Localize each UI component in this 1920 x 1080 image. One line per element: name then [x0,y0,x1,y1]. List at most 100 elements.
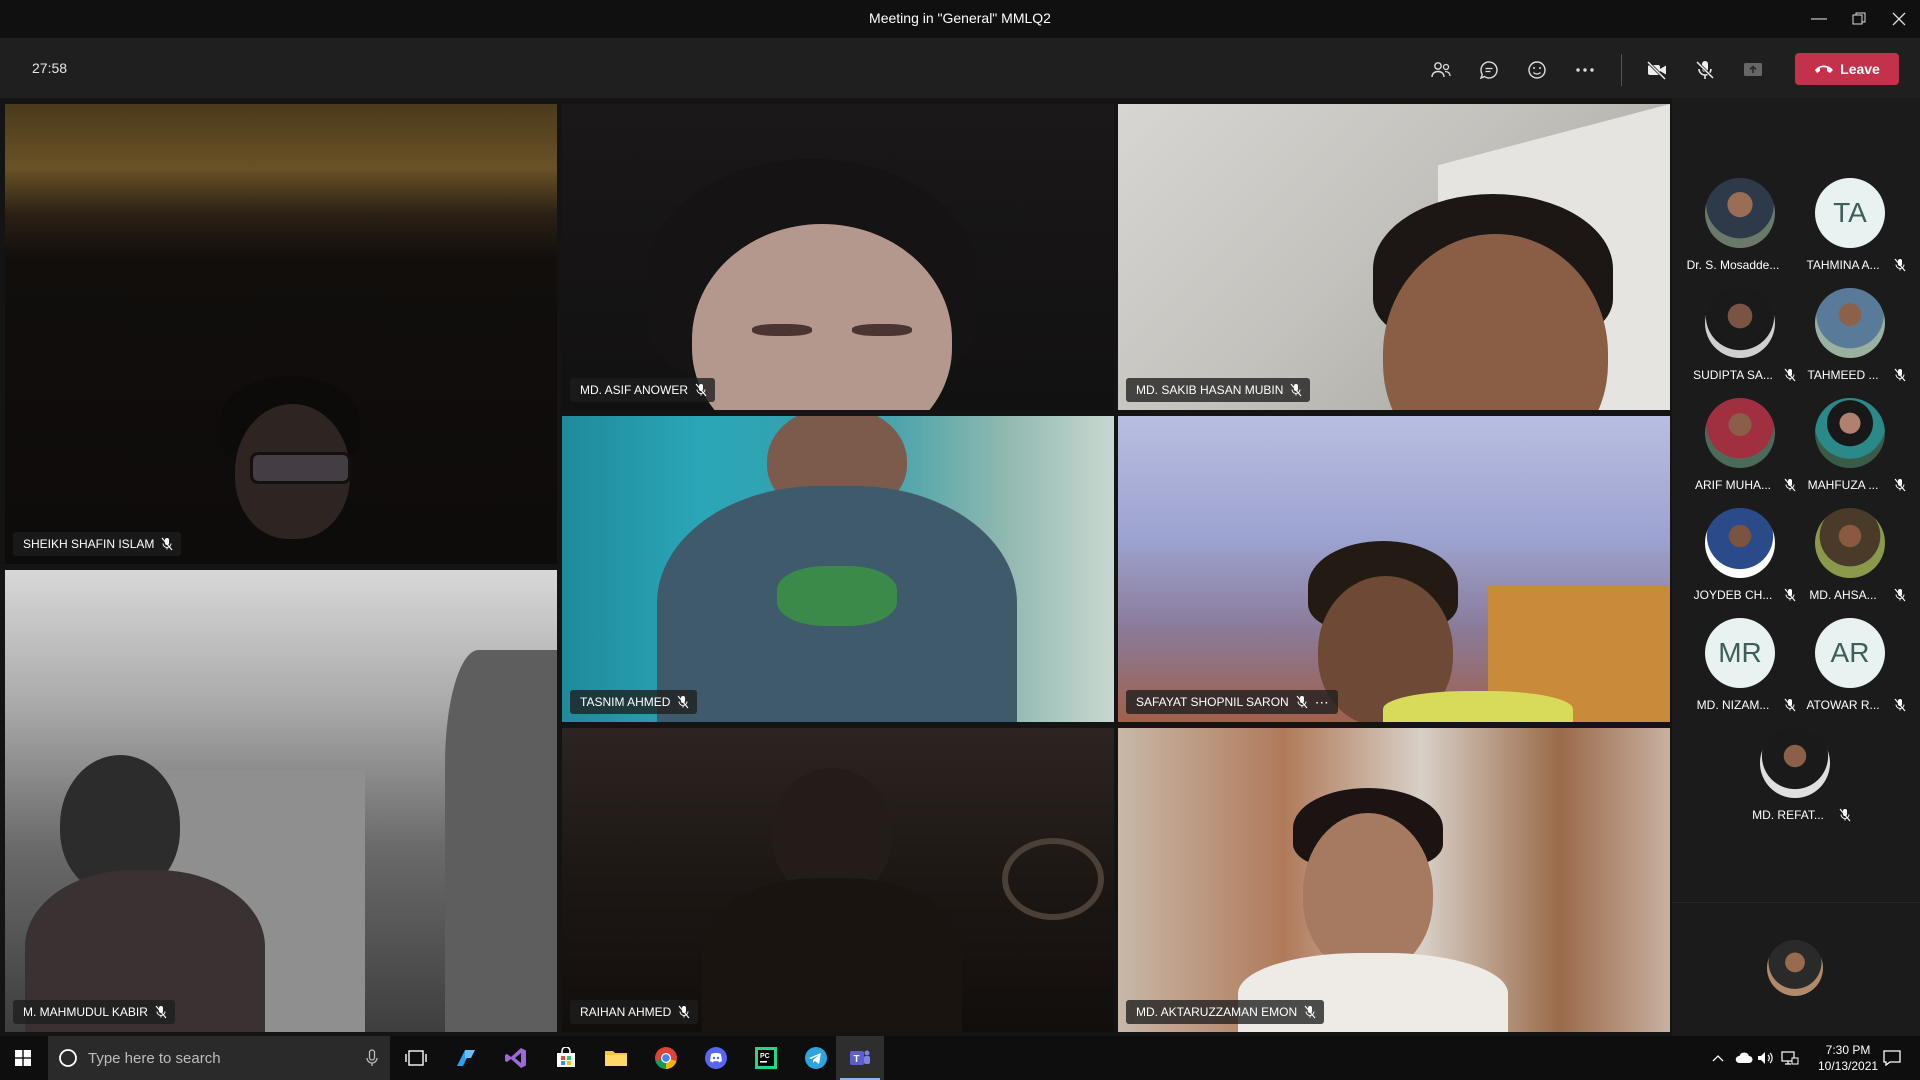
more-icon [1576,68,1594,72]
taskbar-app-discord[interactable] [692,1036,740,1080]
mic-toggle-button[interactable] [1687,52,1723,88]
name-chip: SAFAYAT SHOPNIL SARON ⋯ [1126,690,1338,714]
roster-participant[interactable]: ARIF MUHA... [1678,398,1796,498]
name-chip: TASNIM AHMED [570,690,698,714]
video-tile[interactable]: MD. SAKIB HASAN MUBIN [1118,104,1670,410]
roster-participant[interactable]: Dr. S. Mosadde... [1678,178,1788,278]
reactions-button[interactable] [1519,52,1555,88]
participant-name: TASNIM AHMED [580,695,671,709]
chat-button[interactable] [1471,52,1507,88]
share-screen-button[interactable] [1735,52,1771,88]
action-center-button[interactable] [1872,1036,1912,1080]
roster-participant[interactable]: SUDIPTA SA... [1678,288,1796,388]
participant-name: SAFAYAT SHOPNIL SARON [1136,695,1289,709]
show-hidden-icons-button[interactable] [1706,1036,1730,1080]
restore-icon [1852,12,1866,25]
participant-name: MD. NIZAM... [1696,698,1770,712]
participants-button[interactable] [1423,52,1459,88]
video-tile[interactable]: MD. AKTARUZZAMAN EMON [1118,728,1670,1032]
taskbar-search-box[interactable]: Type here to search [48,1036,390,1080]
avatar: TA [1815,178,1885,248]
participant-name: MD. AHSA... [1809,588,1877,602]
share-icon [1744,63,1762,76]
taskbar-app-telegram[interactable] [792,1036,840,1080]
avatar: AR [1815,618,1885,688]
taskbar-app-chrome[interactable] [642,1036,690,1080]
network-tray-icon[interactable] [1778,1036,1802,1080]
leave-label: Leave [1840,61,1880,77]
minimize-icon: — [1811,10,1827,27]
video-tile[interactable]: M. MAHMUDUL KABIR [5,570,557,1032]
roster-participant[interactable]: MR MD. NIZAM... [1678,618,1796,718]
avatar [1760,728,1830,798]
start-button[interactable] [0,1036,46,1080]
pycharm-icon: PC [755,1047,777,1069]
volume-tray-icon[interactable] [1754,1036,1778,1080]
participant-name: MD. AKTARUZZAMAN EMON [1136,1005,1298,1019]
powerautomate-icon [457,1050,475,1066]
name-chip: SHEIKH SHAFIN ISLAM [13,532,182,556]
task-view-button[interactable] [392,1036,440,1080]
taskbar-app-powerautomate[interactable] [442,1036,490,1080]
roster-participant[interactable]: MD. AHSA... [1788,508,1906,608]
mic-muted-icon [161,537,173,551]
video-grid: SHEIKH SHAFIN ISLAM MD. ASIF ANOWER MD. … [0,98,1672,1036]
roster-participant[interactable]: MAHFUZA ... [1788,398,1906,498]
avatar [1815,398,1885,468]
raise-hand-icon [1528,61,1546,79]
roster-participant[interactable]: JOYDEB CH... [1678,508,1796,608]
more-options-icon[interactable]: ⋯ [1315,694,1330,711]
roster-participant[interactable]: TA TAHMINA A... [1788,178,1906,278]
title-bar: Meeting in "General" MMLQ2 — [0,0,1920,38]
more-actions-button[interactable] [1567,52,1603,88]
mic-muted-icon [1894,478,1906,492]
clock-date: 10/13/2021 [1818,1059,1879,1073]
avatar [1705,398,1775,468]
roster-participant[interactable]: MD. REFAT... [1733,728,1851,828]
close-icon [1892,12,1906,26]
participant-name: MD. ASIF ANOWER [580,383,689,397]
mic-muted-icon [677,695,689,709]
close-button[interactable] [1876,6,1920,32]
video-tile[interactable]: SAFAYAT SHOPNIL SARON ⋯ [1118,416,1670,722]
mic-muted-icon [1894,258,1906,272]
roster-participant[interactable]: TAHMEED ... [1788,288,1906,388]
microphone-icon[interactable] [366,1049,378,1067]
taskbar-app-store[interactable] [542,1036,590,1080]
participant-name: ARIF MUHA... [1694,478,1771,492]
mic-muted-icon [1296,695,1308,709]
svg-text:T: T [854,1054,860,1065]
avatar [1705,288,1775,358]
avatar [1815,288,1885,358]
taskbar-app-teams[interactable]: T [836,1036,884,1080]
camera-toggle-button[interactable] [1639,52,1675,88]
mic-muted-icon [1894,368,1906,382]
participant-name: MD. SAKIB HASAN MUBIN [1136,383,1284,397]
mic-muted-icon [1894,588,1906,602]
mic-off-icon [1695,60,1715,80]
video-tile[interactable]: SHEIKH SHAFIN ISLAM [5,104,557,564]
roster-participant[interactable]: AR ATOWAR R... [1788,618,1906,718]
taskbar-app-pycharm[interactable]: PC [742,1036,790,1080]
folder-icon [605,1051,627,1066]
mic-muted-icon [155,1005,167,1019]
participant-roster: Dr. S. Mosadde... TA TAHMINA A... SUDIPT… [1672,98,1920,1036]
mic-muted-icon [1839,808,1851,822]
self-view-avatar[interactable] [1767,940,1823,996]
video-tile[interactable]: RAIHAN AHMED [562,728,1114,1032]
svg-text:PC: PC [760,1053,770,1060]
video-tile[interactable]: TASNIM AHMED [562,416,1114,722]
video-tile[interactable]: MD. ASIF ANOWER [562,104,1114,410]
teams-icon: T [850,1050,870,1065]
leave-button[interactable]: Leave [1795,53,1899,85]
taskbar-clock[interactable]: 7:30 PM 10/13/2021 [1818,1042,1878,1074]
taskbar-app-file-explorer[interactable] [592,1036,640,1080]
onedrive-tray-icon[interactable] [1732,1036,1756,1080]
avatar: MR [1705,618,1775,688]
store-icon [557,1047,575,1067]
roster-divider [1672,902,1920,903]
taskbar-app-visual-studio[interactable] [492,1036,540,1080]
search-circle-icon [59,1049,77,1067]
participant-name: JOYDEB CH... [1693,588,1773,602]
participant-name: M. MAHMUDUL KABIR [23,1005,148,1019]
